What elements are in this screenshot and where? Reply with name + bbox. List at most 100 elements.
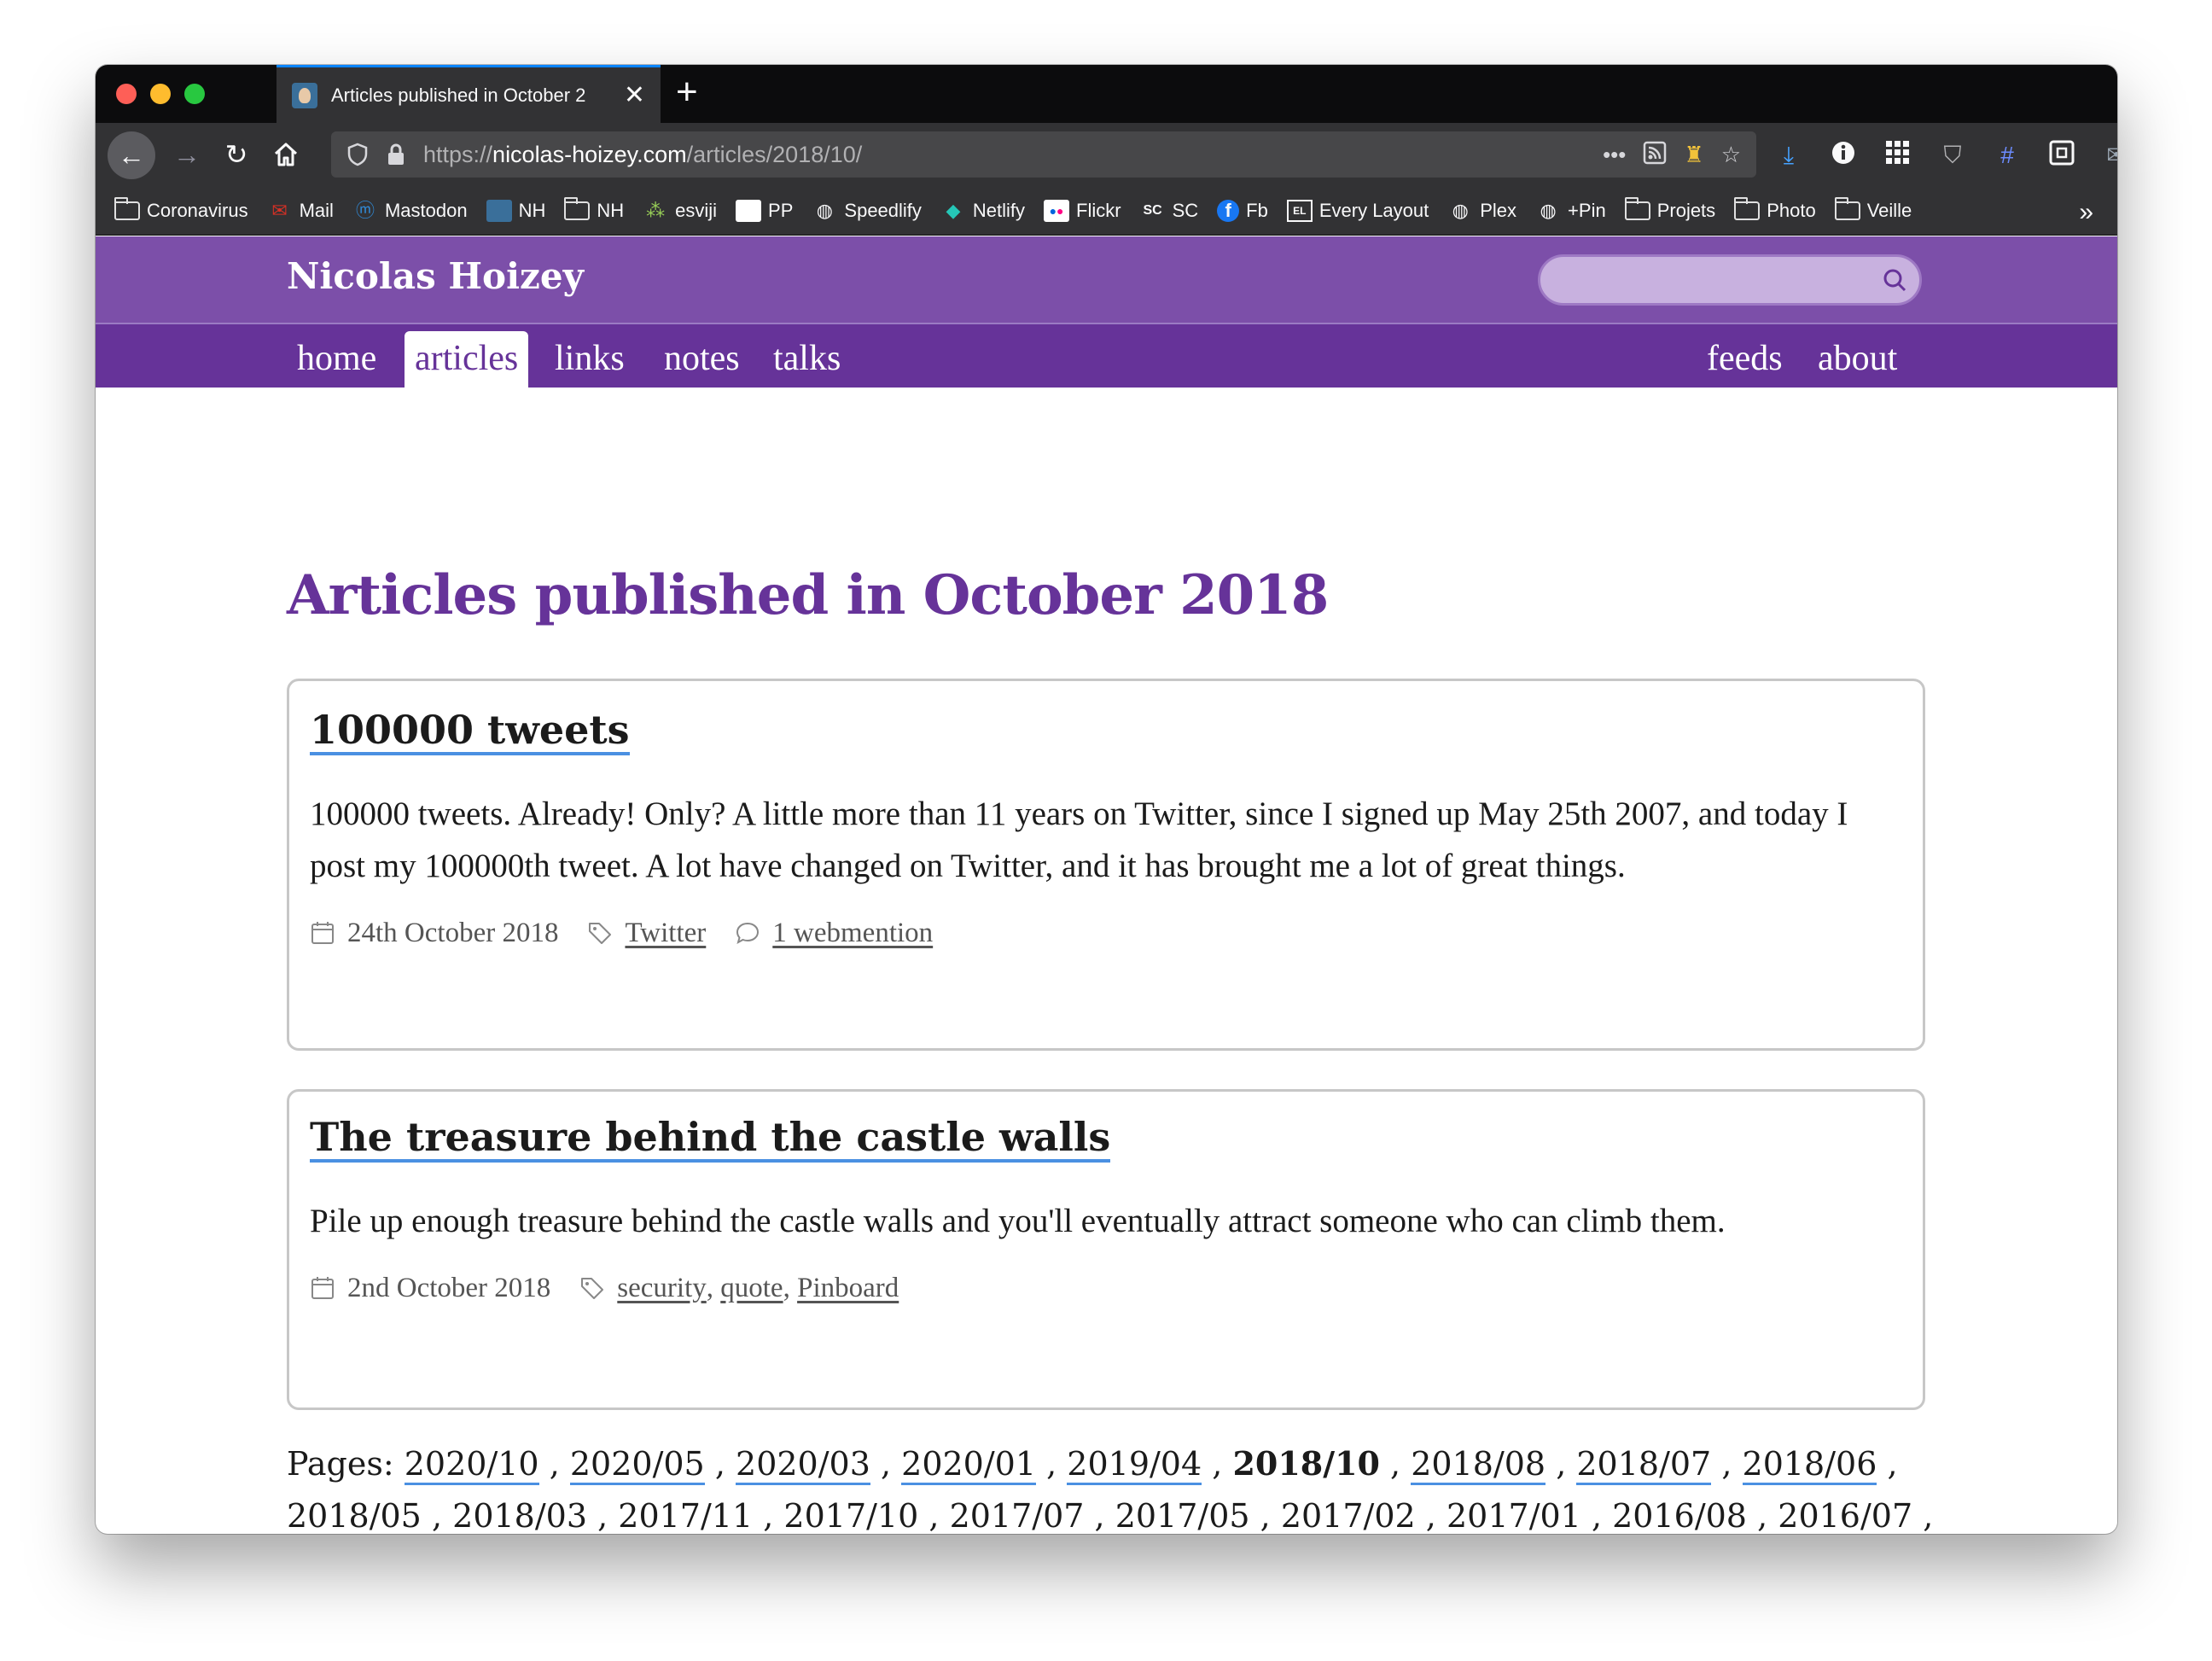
url-bar[interactable]: https://nicolas-hoizey.com/articles/2018…: [331, 131, 1756, 178]
page-link[interactable]: 2017/10: [783, 1497, 919, 1534]
bookmark-veille[interactable]: Veille: [1834, 196, 1912, 222]
tag-icon: [581, 1278, 604, 1300]
lock-icon[interactable]: [386, 143, 406, 166]
forward-button[interactable]: →: [167, 135, 207, 174]
bookmark-label: Fb: [1246, 199, 1268, 221]
bookmark-speedlify[interactable]: ◍ Speedlify: [812, 200, 922, 222]
page-link[interactable]: 2018/06: [1742, 1445, 1877, 1485]
zoom-window-button[interactable]: [184, 84, 205, 104]
screenshot-icon[interactable]: [2046, 140, 2077, 171]
page-actions-menu[interactable]: •••: [1603, 143, 1626, 166]
page-link[interactable]: 2017/02: [1280, 1497, 1416, 1534]
nav-feeds[interactable]: feeds: [1697, 331, 1793, 388]
privacy-badger-icon[interactable]: ⛉: [1937, 140, 1968, 171]
bookmark-sc[interactable]: SC SC: [1140, 200, 1198, 222]
netlify-icon: ◆: [946, 199, 961, 221]
page-link[interactable]: 2018/07: [1576, 1445, 1712, 1485]
article-card: The treasure behind the castle walls Pil…: [287, 1089, 1925, 1410]
bookmark-pin[interactable]: ◍ +Pin: [1535, 200, 1605, 222]
tag-link[interactable]: quote: [720, 1273, 783, 1304]
tab-title: Articles published in October 2: [331, 84, 586, 106]
shield-icon[interactable]: [346, 143, 369, 166]
nav-about[interactable]: about: [1807, 331, 1907, 388]
page-link[interactable]: 2019/04: [1067, 1445, 1202, 1485]
bookmarks-overflow-chevron-icon[interactable]: »: [2079, 198, 2093, 227]
bookmark-projets[interactable]: Projets: [1624, 196, 1715, 222]
bookmark-netlify[interactable]: ◆ Netlify: [940, 200, 1025, 222]
bookmark-every-layout[interactable]: EL Every Layout: [1286, 199, 1429, 222]
calendar-icon: [311, 1277, 334, 1300]
page-link[interactable]: 2020/10: [404, 1445, 539, 1485]
rss-icon[interactable]: [1643, 141, 1667, 168]
bookmarks-bar: Coronavirus ✉ Mail ⓜ Mastodon NH NH ⁂ esvij…: [96, 186, 2117, 236]
page-link[interactable]: 2020/05: [569, 1445, 705, 1485]
page-link[interactable]: 2017/07: [949, 1497, 1085, 1534]
bookmark-nh-folder[interactable]: NH: [564, 196, 625, 222]
webmentions-link[interactable]: 1 webmention: [772, 918, 933, 949]
bookmark-plex[interactable]: ◍ Plex: [1447, 200, 1516, 222]
bookmark-label: NH: [597, 199, 625, 221]
nav-links[interactable]: links: [544, 331, 635, 388]
page-link[interactable]: 2017/01: [1446, 1497, 1581, 1534]
minimize-window-button[interactable]: [150, 84, 171, 104]
page-link[interactable]: 2020/03: [736, 1445, 870, 1485]
nav-talks[interactable]: talks: [763, 331, 851, 388]
bookmark-photo[interactable]: Photo: [1734, 196, 1816, 222]
back-button[interactable]: ←: [108, 131, 155, 179]
article-title-link[interactable]: 100000 tweets: [310, 708, 630, 755]
grid-apps-icon[interactable]: [1883, 140, 1913, 171]
reload-button[interactable]: ↻: [217, 135, 256, 174]
globe-icon: ◍: [816, 199, 833, 221]
folder-icon: [114, 196, 140, 220]
page-link[interactable]: 2018/03: [452, 1497, 588, 1534]
nav-notes[interactable]: notes: [654, 331, 750, 388]
bookmark-pp[interactable]: PP: [736, 199, 793, 222]
bookmark-fb[interactable]: f Fb: [1217, 199, 1268, 222]
pp-icon: [736, 199, 762, 222]
search-icon[interactable]: [1882, 267, 1907, 293]
page-link[interactable]: 2018/05: [287, 1497, 422, 1534]
hashtag-icon[interactable]: #: [1992, 140, 2023, 171]
new-tab-button[interactable]: +: [676, 73, 698, 111]
tag-separator: ,: [783, 1272, 798, 1303]
bookmark-mail[interactable]: ✉ Mail: [267, 200, 334, 222]
mail-icon: ✉: [271, 199, 288, 221]
bookmark-esviji[interactable]: ⁂ esviji: [643, 200, 717, 222]
tag-link[interactable]: security: [617, 1273, 706, 1304]
site-favicon-icon: [292, 82, 317, 108]
page-link[interactable]: 2020/01: [901, 1445, 1037, 1485]
nav-home[interactable]: home: [287, 331, 387, 388]
close-window-button[interactable]: [116, 84, 137, 104]
downloads-icon[interactable]: ⤓: [1773, 140, 1804, 171]
avatar-icon: [486, 199, 512, 222]
esviji-icon: ⁂: [646, 199, 666, 221]
bookmark-flickr[interactable]: ● ● Flickr: [1044, 199, 1121, 222]
tag-link[interactable]: Pinboard: [797, 1273, 899, 1304]
url-text[interactable]: https://nicolas-hoizey.com/articles/2018…: [423, 142, 1586, 168]
mail-extension-icon[interactable]: ✉41: [2101, 140, 2117, 171]
page-link[interactable]: 2016/07: [1778, 1497, 1913, 1534]
close-tab-icon[interactable]: ✕: [624, 82, 645, 108]
home-button[interactable]: [266, 135, 306, 174]
bookmark-star-icon[interactable]: ☆: [1721, 143, 1741, 166]
folder-icon: [1624, 196, 1650, 220]
bookmark-nh-site[interactable]: NH: [486, 199, 545, 222]
site-title[interactable]: Nicolas Hoizey: [287, 255, 584, 297]
page-link[interactable]: 2016/08: [1612, 1497, 1747, 1534]
page-link[interactable]: 2017/11: [618, 1497, 754, 1534]
site-nav: home articles links notes talks feeds ab…: [96, 323, 2117, 388]
extension-character-icon[interactable]: ♜: [1684, 143, 1703, 166]
nav-articles[interactable]: articles: [405, 331, 529, 388]
tab-active[interactable]: Articles published in October 2 ✕: [276, 65, 661, 123]
facebook-icon: f: [1217, 199, 1240, 222]
bookmark-mastodon[interactable]: ⓜ Mastodon: [352, 200, 468, 222]
search-input[interactable]: [1538, 254, 1922, 306]
page-link[interactable]: 2018/08: [1411, 1445, 1546, 1485]
page-title: Articles published in October 2018: [287, 563, 1329, 627]
article-title-link[interactable]: The treasure behind the castle walls: [310, 1116, 1111, 1163]
tag-separator: ,: [706, 1272, 721, 1303]
bookmark-coronavirus[interactable]: Coronavirus: [114, 196, 248, 222]
info-icon[interactable]: [1828, 140, 1859, 171]
tag-link[interactable]: Twitter: [625, 918, 706, 949]
page-link[interactable]: 2017/05: [1115, 1497, 1250, 1534]
